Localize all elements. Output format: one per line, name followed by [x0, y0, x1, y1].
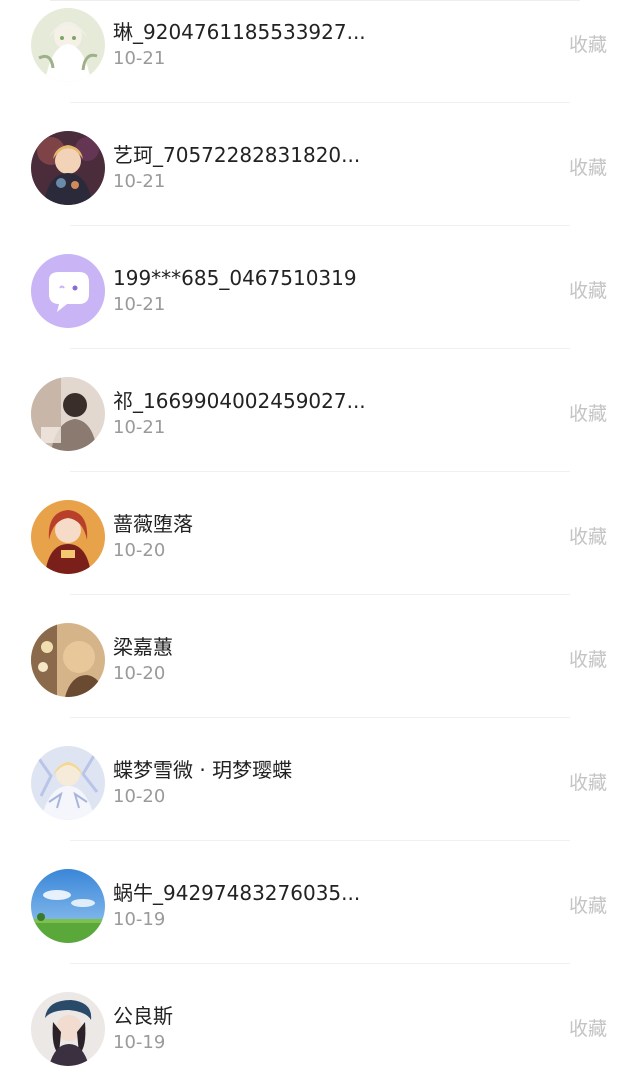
- list-item[interactable]: 蜗牛_94297483276035... 10-19 收藏: [0, 841, 640, 964]
- user-name: 蝶梦雪微 · 玥梦璎蝶: [113, 758, 293, 782]
- favorite-date: 10-20: [113, 663, 166, 684]
- user-name: 199***685_0467510319: [113, 266, 357, 290]
- user-name: 蜗牛_94297483276035...: [113, 881, 361, 905]
- list-item[interactable]: 祁_1669904002459027... 10-21 收藏: [0, 349, 640, 472]
- anime-girl-avatar-icon: [31, 8, 105, 82]
- avatar[interactable]: [31, 623, 105, 697]
- avatar[interactable]: [31, 746, 105, 820]
- avatar[interactable]: [31, 869, 105, 943]
- avatar[interactable]: [31, 377, 105, 451]
- favorite-button[interactable]: 收藏: [569, 648, 607, 672]
- list-item[interactable]: 蔷薇堕落 10-20 收藏: [0, 472, 640, 595]
- anime-girl-avatar-icon: [31, 131, 105, 205]
- favorite-date: 10-20: [113, 540, 166, 561]
- landscape-avatar-icon: [31, 869, 105, 943]
- photo-avatar-icon: [31, 623, 105, 697]
- user-name: 公良斯: [113, 1004, 173, 1028]
- favorite-button[interactable]: 收藏: [569, 402, 607, 426]
- user-name: 艺珂_70572282831820...: [113, 143, 361, 167]
- avatar[interactable]: [31, 131, 105, 205]
- anime-girl-avatar-icon: [31, 500, 105, 574]
- list-item[interactable]: 199***685_0467510319 10-21 收藏: [0, 226, 640, 349]
- favorite-date: 10-19: [113, 1032, 166, 1053]
- photo-avatar-icon: [31, 992, 105, 1066]
- favorite-button[interactable]: 收藏: [569, 1017, 607, 1041]
- avatar[interactable]: [31, 8, 105, 82]
- avatar[interactable]: [31, 254, 105, 328]
- anime-girl-avatar-icon: [31, 746, 105, 820]
- favorite-date: 10-21: [113, 294, 166, 315]
- favorite-button[interactable]: 收藏: [569, 156, 607, 180]
- user-name: 祁_1669904002459027...: [113, 389, 366, 413]
- list-item[interactable]: 艺珂_70572282831820... 10-21 收藏: [0, 103, 640, 226]
- favorite-date: 10-21: [113, 48, 166, 69]
- user-name: 梁嘉蕙: [113, 635, 173, 659]
- favorite-date: 10-21: [113, 171, 166, 192]
- chat-bubble-icon: [31, 254, 105, 328]
- photo-avatar-icon: [31, 377, 105, 451]
- user-name: 琳_9204761185533927...: [113, 20, 366, 44]
- avatar[interactable]: [31, 500, 105, 574]
- favorite-date: 10-21: [113, 417, 166, 438]
- user-list: 琳_9204761185533927... 10-21 收藏 艺珂_705722…: [0, 0, 640, 1087]
- favorite-date: 10-19: [113, 909, 166, 930]
- favorite-button[interactable]: 收藏: [569, 894, 607, 918]
- favorite-button[interactable]: 收藏: [569, 771, 607, 795]
- list-item[interactable]: 梁嘉蕙 10-20 收藏: [0, 595, 640, 718]
- favorite-button[interactable]: 收藏: [569, 279, 607, 303]
- favorite-button[interactable]: 收藏: [569, 33, 607, 57]
- list-item[interactable]: 琳_9204761185533927... 10-21 收藏: [0, 0, 640, 103]
- avatar[interactable]: [31, 992, 105, 1066]
- favorite-date: 10-20: [113, 786, 166, 807]
- list-item[interactable]: 公良斯 10-19 收藏: [0, 964, 640, 1087]
- user-name: 蔷薇堕落: [113, 512, 193, 536]
- list-item[interactable]: 蝶梦雪微 · 玥梦璎蝶 10-20 收藏: [0, 718, 640, 841]
- favorite-button[interactable]: 收藏: [569, 525, 607, 549]
